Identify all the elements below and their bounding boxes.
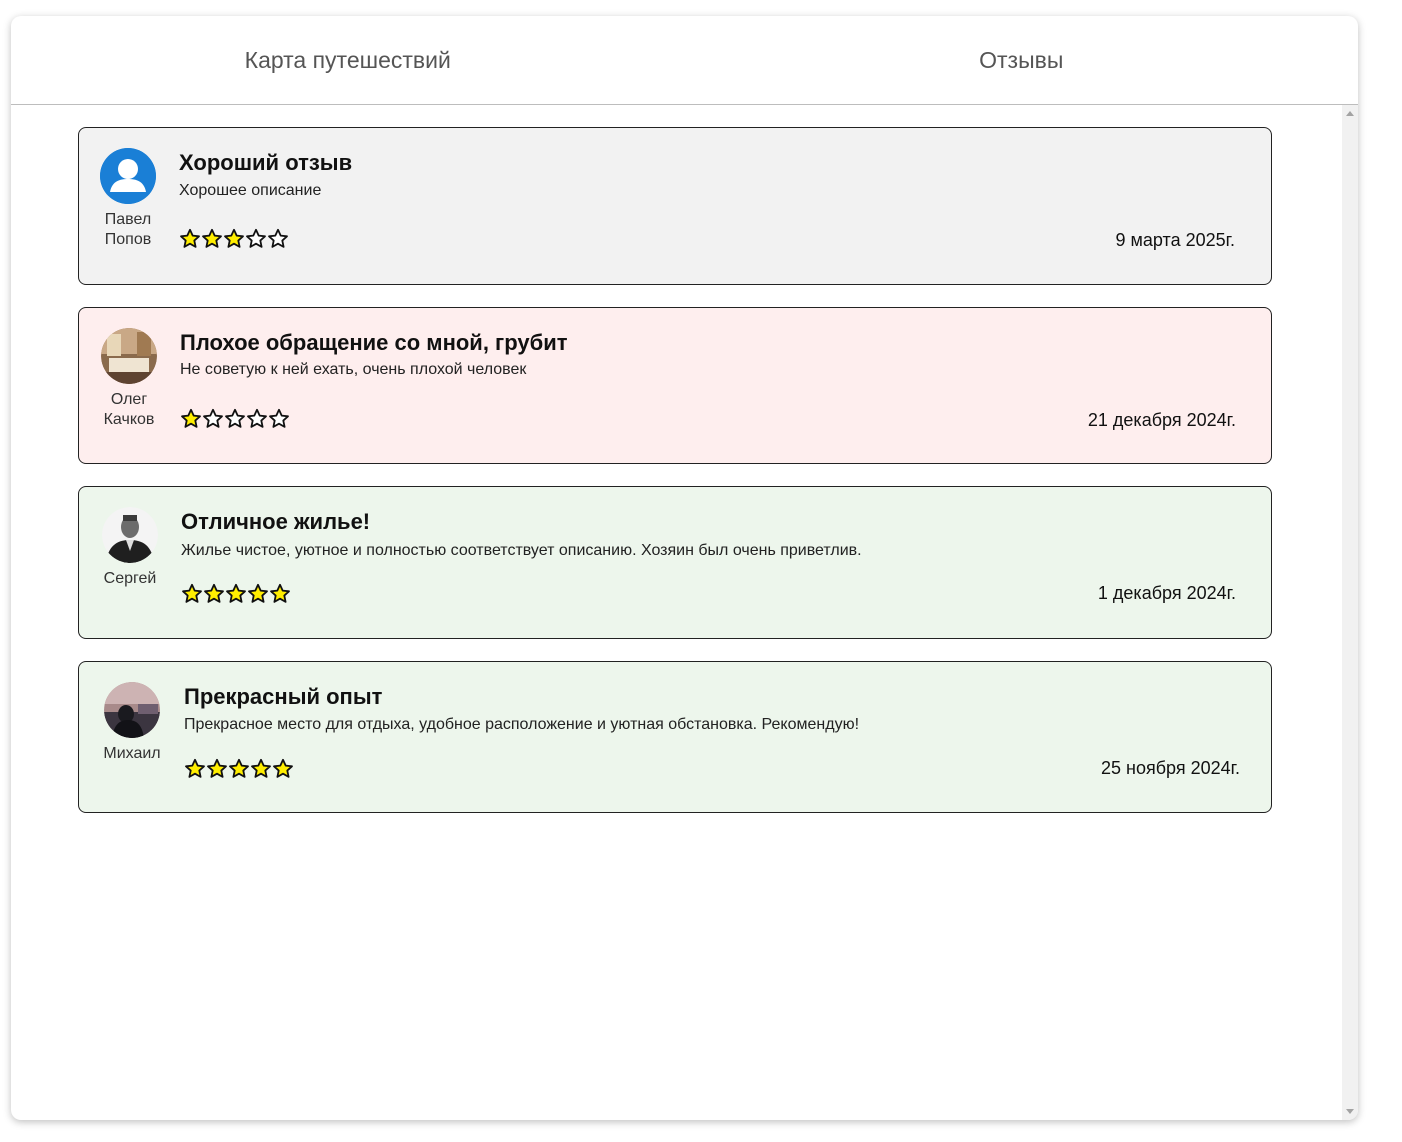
scroll-down-arrow-icon[interactable] [1346, 1109, 1354, 1114]
rating-stars [184, 758, 294, 780]
avatar [100, 148, 156, 204]
review-description: Жилье чистое, уютное и полностью соответ… [181, 542, 862, 559]
review-title: Плохое обращение со мной, грубит [180, 330, 568, 355]
rating-stars [180, 408, 290, 430]
review-date: 9 марта 2025г. [1115, 230, 1235, 250]
review-description: Не советую к ней ехать, очень плохой чел… [180, 361, 527, 378]
review-date: 1 декабря 2024г. [1097, 583, 1236, 603]
review-author: Олег Качков [96, 328, 162, 430]
star-empty-icon [268, 228, 288, 248]
rating-stars [179, 228, 289, 250]
star-filled-icon [251, 758, 271, 778]
review-author: Михаил [99, 682, 165, 764]
star-filled-icon [226, 583, 246, 603]
tab-bar: Карта путешествий Отзывы [11, 16, 1358, 105]
review-author: Павел Попов [95, 148, 161, 250]
avatar [101, 328, 157, 384]
author-first-name: Олег [110, 391, 148, 408]
review-date: 21 декабря 2024г. [1087, 410, 1236, 430]
star-empty-icon [269, 408, 289, 428]
avatar [102, 507, 158, 563]
star-filled-icon [248, 583, 268, 603]
avatar [104, 682, 160, 738]
star-filled-icon [207, 758, 227, 778]
man-portrait-photo-icon [102, 507, 158, 563]
review-card: Олег Качков Плохое обращение со мной, гр… [78, 307, 1272, 464]
review-description: Хорошее описание [179, 182, 322, 199]
star-filled-icon [204, 583, 224, 603]
author-name: Олег Качков [96, 390, 162, 430]
default-user-icon [100, 148, 156, 204]
star-empty-icon [246, 228, 266, 248]
review-description: Прекрасное место для отдыха, удобное рас… [184, 716, 860, 733]
review-card: Сергей Отличное жилье! Жилье чистое, уют… [78, 486, 1272, 639]
star-filled-icon [180, 228, 200, 248]
star-filled-icon [182, 583, 202, 603]
star-filled-icon [181, 408, 201, 428]
person-sunset-photo-icon [104, 682, 160, 738]
tab-reviews[interactable]: Отзывы [685, 16, 1359, 104]
review-card: Михаил Прекрасный опыт Прекрасное место … [78, 661, 1272, 813]
star-empty-icon [225, 408, 245, 428]
rating-stars [181, 583, 291, 605]
review-title: Прекрасный опыт [184, 684, 383, 709]
app-window: Карта путешествий Отзывы Павел Попов Хор… [11, 16, 1358, 1120]
tab-travel-map[interactable]: Карта путешествий [11, 16, 685, 104]
star-empty-icon [247, 408, 267, 428]
author-name: Павел Попов [95, 210, 161, 250]
review-author: Сергей [97, 507, 163, 589]
author-last-name: Попов [104, 231, 152, 248]
star-filled-icon [202, 228, 222, 248]
scrollbar[interactable] [1342, 105, 1358, 1120]
author-name: Михаил [99, 744, 165, 764]
author-first-name: Сергей [103, 570, 157, 587]
hotel-room-photo-icon [101, 328, 157, 384]
star-empty-icon [203, 408, 223, 428]
review-title: Хороший отзыв [179, 150, 353, 175]
author-last-name: Качков [103, 411, 155, 428]
author-first-name: Павел [104, 211, 152, 228]
review-card: Павел Попов Хороший отзыв Хорошее описан… [78, 127, 1272, 285]
author-first-name: Михаил [103, 745, 161, 762]
reviews-list: Павел Попов Хороший отзыв Хорошее описан… [11, 105, 1342, 1120]
scroll-up-arrow-icon[interactable] [1346, 111, 1354, 116]
author-name: Сергей [97, 569, 163, 589]
star-filled-icon [270, 583, 290, 603]
star-filled-icon [229, 758, 249, 778]
star-filled-icon [273, 758, 293, 778]
star-filled-icon [224, 228, 244, 248]
review-date: 25 ноября 2024г. [1101, 758, 1240, 778]
review-title: Отличное жилье! [181, 509, 371, 534]
star-filled-icon [185, 758, 205, 778]
